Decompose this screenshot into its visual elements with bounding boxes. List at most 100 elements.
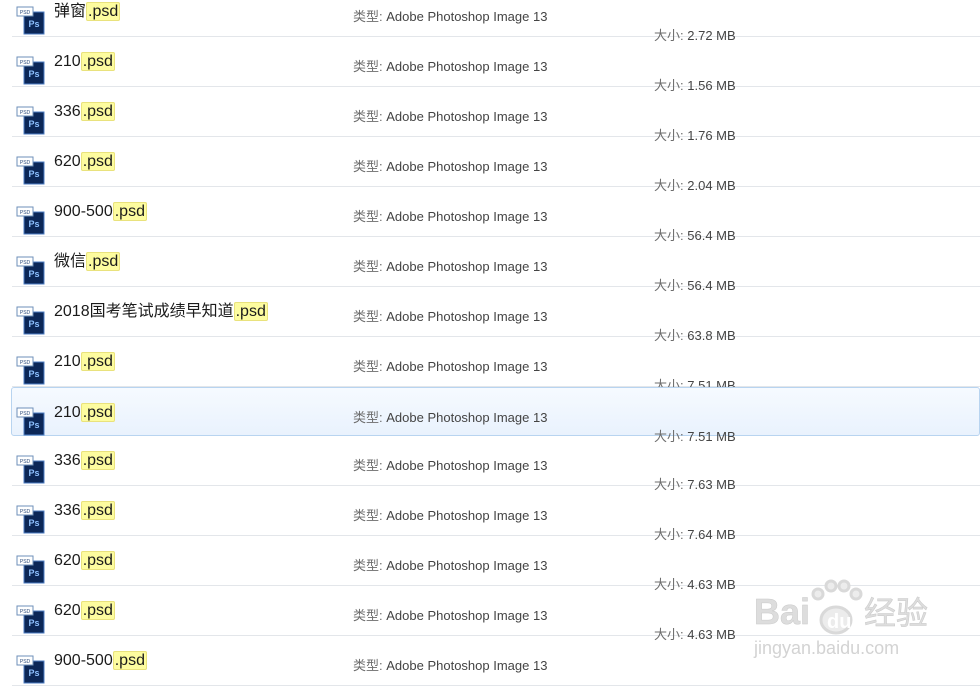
photoshop-psd-icon: Ps PSD [16,655,45,684]
file-name: 336 .psd [54,501,115,521]
file-name: 620 .psd [54,152,115,172]
svg-text:PSD: PSD [20,10,31,16]
svg-text:Ps: Ps [28,668,39,678]
file-extension-highlight: .psd [112,202,147,221]
svg-text:Ps: Ps [28,420,39,430]
file-extension-highlight: .psd [86,2,121,21]
svg-text:PSD: PSD [20,310,31,316]
type-label: 类型: [353,658,383,673]
photoshop-psd-icon: Ps PSD [16,505,45,534]
svg-text:Ps: Ps [28,169,39,179]
file-extension-highlight: .psd [80,601,115,620]
svg-text:PSD: PSD [20,609,31,615]
file-name: 900-500 .psd [54,202,147,222]
svg-text:Ps: Ps [28,618,39,628]
type-label: 类型: [353,259,383,274]
file-basename: 900-500 [54,203,113,220]
type-label: 类型: [353,508,383,523]
file-name: 620 .psd [54,601,115,621]
file-type-value: Adobe Photoshop Image 13 [386,410,548,425]
type-label: 类型: [353,458,383,473]
photoshop-psd-icon: Ps PSD [16,56,45,85]
file-type: 类型: Adobe Photoshop Image 13 [353,356,547,375]
photoshop-psd-icon: Ps PSD [16,555,45,584]
file-extension-highlight: .psd [80,352,115,371]
file-type-value: Adobe Photoshop Image 13 [386,608,548,623]
photoshop-psd-icon: Ps PSD [16,306,45,335]
file-name: 弹窗 .psd [54,2,121,22]
file-type: 类型: Adobe Photoshop Image 13 [353,555,547,574]
file-list: Ps PSD 弹窗 .psd 类型: Adobe Photoshop Image … [0,0,980,686]
file-extension-highlight: .psd [80,501,115,520]
svg-text:PSD: PSD [20,659,31,665]
file-row-4[interactable]: Ps PSD 620 .psd 类型: Adobe Photoshop Image… [12,137,980,193]
file-row-14[interactable]: Ps PSD 900-500 .psd 类型: Adobe Photoshop I… [12,636,980,686]
file-row-1[interactable]: Ps PSD 弹窗 .psd 类型: Adobe Photoshop Image … [12,0,980,43]
file-basename: 微信 [54,253,87,270]
file-basename: 336 [54,502,81,519]
svg-text:PSD: PSD [20,260,31,266]
file-row-6[interactable]: Ps PSD 微信 .psd 类型: Adobe Photoshop Image … [12,237,980,293]
type-label: 类型: [353,558,383,573]
file-type: 类型: Adobe Photoshop Image 13 [353,256,547,275]
file-type-value: Adobe Photoshop Image 13 [386,359,548,374]
file-type: 类型: Adobe Photoshop Image 13 [353,505,547,524]
file-type: 类型: Adobe Photoshop Image 13 [353,156,547,175]
file-type-value: Adobe Photoshop Image 13 [386,658,548,673]
svg-text:PSD: PSD [20,360,31,366]
file-type-value: Adobe Photoshop Image 13 [386,9,548,24]
file-row-7[interactable]: Ps PSD 2018国考笔试成绩早知道 .psd 类型: Adobe Photo… [12,287,980,343]
file-row-10[interactable]: Ps PSD 336 .psd 类型: Adobe Photoshop Image… [12,436,980,492]
file-name: 336 .psd [54,102,115,122]
file-name: 210 .psd [54,352,115,372]
file-type: 类型: Adobe Photoshop Image 13 [353,56,547,75]
file-name: 336 .psd [54,451,115,471]
type-label: 类型: [353,9,383,24]
file-row-8[interactable]: Ps PSD 210 .psd 类型: Adobe Photoshop Image… [12,337,980,393]
file-row-3[interactable]: Ps PSD 336 .psd 类型: Adobe Photoshop Image… [12,87,980,143]
file-type: 类型: Adobe Photoshop Image 13 [353,6,547,25]
photoshop-psd-icon: Ps PSD [16,206,45,235]
file-basename: 620 [54,602,81,619]
file-type: 类型: Adobe Photoshop Image 13 [353,605,547,624]
svg-text:Ps: Ps [28,518,39,528]
file-row-2[interactable]: Ps PSD 210 .psd 类型: Adobe Photoshop Image… [12,37,980,93]
photoshop-psd-icon: Ps PSD [16,156,45,185]
file-basename: 210 [54,53,81,70]
file-extension-highlight: .psd [112,651,147,670]
type-label: 类型: [353,309,383,324]
file-type-value: Adobe Photoshop Image 13 [386,159,548,174]
photoshop-psd-icon: Ps PSD [16,6,45,35]
svg-text:Ps: Ps [28,69,39,79]
svg-text:Ps: Ps [28,319,39,329]
svg-text:PSD: PSD [20,559,31,565]
file-name: 900-500 .psd [54,651,147,671]
file-basename: 弹窗 [54,3,87,20]
file-extension-highlight: .psd [80,551,115,570]
file-row-5[interactable]: Ps PSD 900-500 .psd 类型: Adobe Photoshop I… [12,187,980,243]
file-basename: 336 [54,103,81,120]
file-type: 类型: Adobe Photoshop Image 13 [353,206,547,225]
svg-text:PSD: PSD [20,110,31,116]
file-basename: 2018国考笔试成绩早知道 [54,303,234,320]
file-type: 类型: Adobe Photoshop Image 13 [353,407,547,426]
file-extension-highlight: .psd [80,451,115,470]
svg-text:Ps: Ps [28,369,39,379]
file-basename: 210 [54,353,81,370]
file-row-12[interactable]: Ps PSD 620 .psd 类型: Adobe Photoshop Image… [12,536,980,592]
svg-text:PSD: PSD [20,411,31,417]
type-label: 类型: [353,159,383,174]
file-type-value: Adobe Photoshop Image 13 [386,558,548,573]
file-basename: 210 [54,404,81,421]
file-type-value: Adobe Photoshop Image 13 [386,209,548,224]
svg-text:PSD: PSD [20,459,31,465]
file-row-9[interactable]: Ps PSD 210 .psd 类型: Adobe Photoshop Image… [11,387,980,444]
photoshop-psd-icon: Ps PSD [16,356,45,385]
file-row-11[interactable]: Ps PSD 336 .psd 类型: Adobe Photoshop Image… [12,486,980,542]
file-row-13[interactable]: Ps PSD 620 .psd 类型: Adobe Photoshop Image… [12,586,980,642]
svg-text:Ps: Ps [28,219,39,229]
photoshop-psd-icon: Ps PSD [16,605,45,634]
file-type-value: Adobe Photoshop Image 13 [386,59,548,74]
svg-text:PSD: PSD [20,509,31,515]
file-name: 微信 .psd [54,252,121,272]
